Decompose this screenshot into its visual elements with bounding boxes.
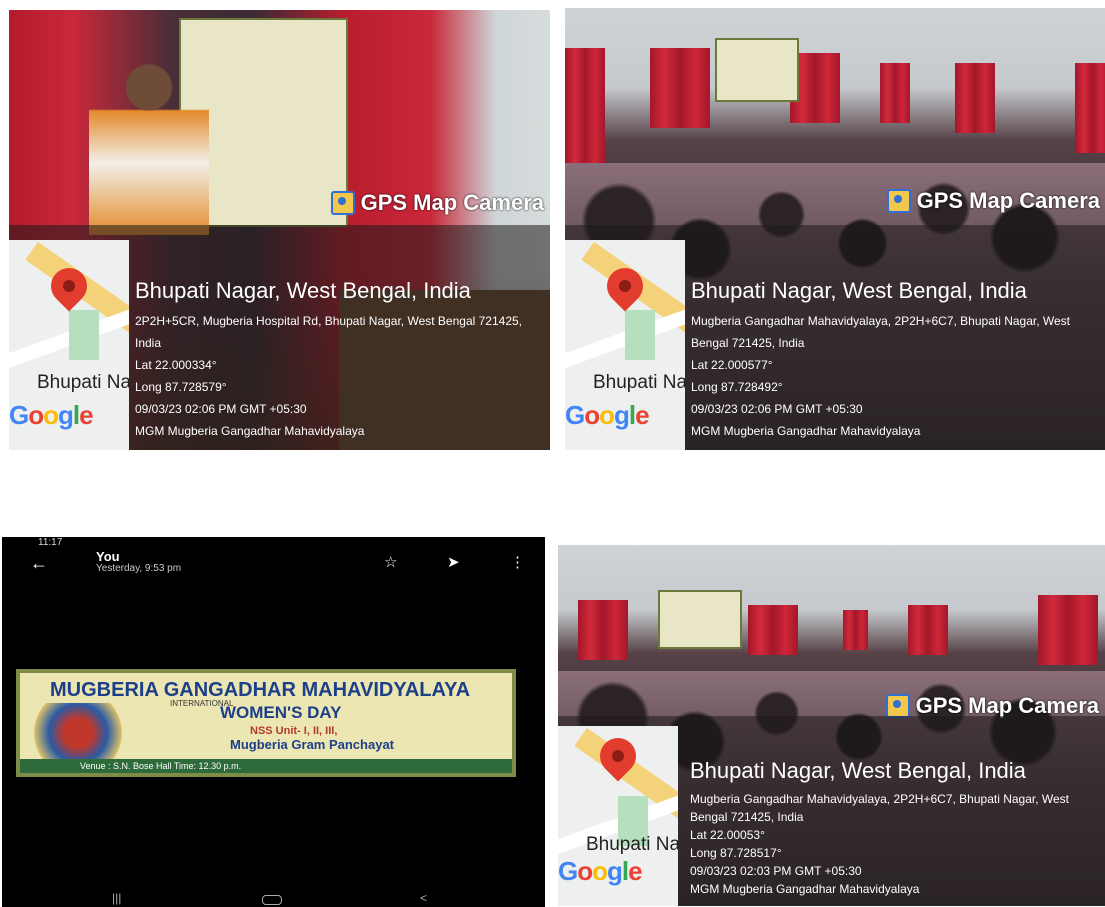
map-place-label: Bhupati Na bbox=[593, 372, 685, 393]
gps-datetime: 09/03/23 02:06 PM GMT +05:30 bbox=[691, 402, 863, 416]
gps-city: Bhupati Nagar, West Bengal, India bbox=[690, 758, 1026, 783]
banner-artwork bbox=[34, 703, 144, 763]
gps-address: Mugberia Gangadhar Mahavidyalaya, 2P2H+6… bbox=[690, 792, 1070, 824]
banner-venue: Venue : S.N. Bose Hall Time: 12.30 p.m. bbox=[20, 759, 512, 773]
google-logo: Google bbox=[565, 400, 650, 430]
gps-datetime: 09/03/23 02:03 PM GMT +05:30 bbox=[690, 864, 862, 878]
gps-overlay: Bhupati Na Google Bhupati Nagar, West Be… bbox=[9, 225, 550, 450]
gps-long: Long 87.728492° bbox=[691, 380, 783, 394]
map-thumbnail: Bhupati Na Google bbox=[9, 240, 129, 450]
photo-audience-2: GPS Map Camera Bhupati Na Google Bhupati… bbox=[558, 545, 1105, 906]
womens-day-banner: MUGBERIA GANGADHAR MAHAVIDYALAYA INTERNA… bbox=[16, 669, 516, 777]
gps-camera-icon bbox=[330, 191, 355, 215]
gps-label-text: GPS Map Camera bbox=[360, 190, 544, 215]
gps-label-text: GPS Map Camera bbox=[916, 188, 1100, 213]
gps-long: Long 87.728517° bbox=[690, 846, 782, 860]
photo-speaker: GPS Map Camera Bhupati Na Google Bhupati… bbox=[9, 10, 550, 450]
map-place-label: Bhupati Na bbox=[37, 372, 129, 393]
map-place-label: Bhupati Na bbox=[586, 834, 678, 855]
back-icon[interactable]: < bbox=[420, 891, 427, 905]
gps-info: Bhupati Nagar, West Bengal, India 2P2H+5… bbox=[135, 278, 544, 442]
gps-map-camera-label: GPS Map Camera bbox=[330, 190, 544, 216]
gps-info: Bhupati Nagar, West Bengal, India Mugber… bbox=[691, 278, 1100, 442]
gps-city: Bhupati Nagar, West Bengal, India bbox=[691, 278, 1027, 303]
sent-time: Yesterday, 9:53 pm bbox=[96, 563, 182, 574]
gps-lat: Lat 22.000334° bbox=[135, 358, 217, 372]
banner-college-name: MUGBERIA GANGADHAR MAHAVIDYALAYA bbox=[50, 679, 471, 701]
star-icon[interactable]: ☆ bbox=[384, 553, 397, 571]
phone-screenshot: 11:17 ← You Yesterday, 9:53 pm ☆ ➤ ⋮ MUG… bbox=[2, 537, 545, 907]
gps-address: 2P2H+5CR, Mugberia Hospital Rd, Bhupati … bbox=[135, 314, 523, 350]
gps-note: MGM Mugberia Gangadhar Mahavidyalaya bbox=[135, 424, 365, 438]
banner-panchayat: Mugberia Gram Panchayat bbox=[230, 737, 394, 752]
gps-note: MGM Mugberia Gangadhar Mahavidyalaya bbox=[691, 424, 921, 438]
gps-lat: Lat 22.00053° bbox=[690, 828, 765, 842]
photo-audience-1: GPS Map Camera Bhupati Na Google Bhupati… bbox=[565, 8, 1105, 450]
status-bar: 11:17 bbox=[2, 537, 545, 548]
google-logo: Google bbox=[558, 856, 643, 886]
share-icon[interactable]: ➤ bbox=[447, 553, 460, 571]
gps-datetime: 09/03/23 02:06 PM GMT +05:30 bbox=[135, 402, 307, 416]
gps-overlay: Bhupati Na Google Bhupati Nagar, West Be… bbox=[565, 225, 1105, 450]
gps-map-camera-label: GPS Map Camera bbox=[886, 188, 1100, 214]
gps-note: MGM Mugberia Gangadhar Mahavidyalaya bbox=[690, 882, 920, 896]
speaker-figure bbox=[89, 55, 209, 235]
gps-camera-icon bbox=[886, 189, 911, 213]
map-thumbnail: Bhupati Na Google bbox=[565, 240, 685, 450]
back-arrow-icon[interactable]: ← bbox=[30, 553, 48, 574]
home-icon[interactable] bbox=[262, 895, 282, 905]
gps-city: Bhupati Nagar, West Bengal, India bbox=[135, 278, 471, 303]
banner-womens-day: WOMEN'S DAY bbox=[220, 703, 342, 722]
banner-nss: NSS Unit- I, II, III, bbox=[250, 725, 338, 737]
gps-lat: Lat 22.000577° bbox=[691, 358, 773, 372]
recent-apps-icon[interactable]: ||| bbox=[112, 891, 121, 905]
android-nav-bar: ||| < bbox=[2, 891, 545, 907]
gps-long: Long 87.728579° bbox=[135, 380, 227, 394]
gps-info: Bhupati Nagar, West Bengal, India Mugber… bbox=[690, 758, 1099, 898]
gps-address: Mugberia Gangadhar Mahavidyalaya, 2P2H+6… bbox=[691, 314, 1071, 350]
gps-overlay: Bhupati Na Google Bhupati Nagar, West Be… bbox=[558, 716, 1105, 906]
event-banner bbox=[658, 590, 742, 649]
more-options-icon[interactable]: ⋮ bbox=[510, 553, 525, 571]
viewer-app-bar: ← You Yesterday, 9:53 pm ☆ ➤ ⋮ bbox=[2, 547, 545, 577]
sender-name: You bbox=[96, 549, 120, 564]
event-banner bbox=[715, 38, 799, 102]
gps-camera-icon bbox=[885, 694, 910, 718]
map-thumbnail: Bhupati Na Google bbox=[558, 726, 678, 906]
google-logo: Google bbox=[9, 400, 94, 430]
